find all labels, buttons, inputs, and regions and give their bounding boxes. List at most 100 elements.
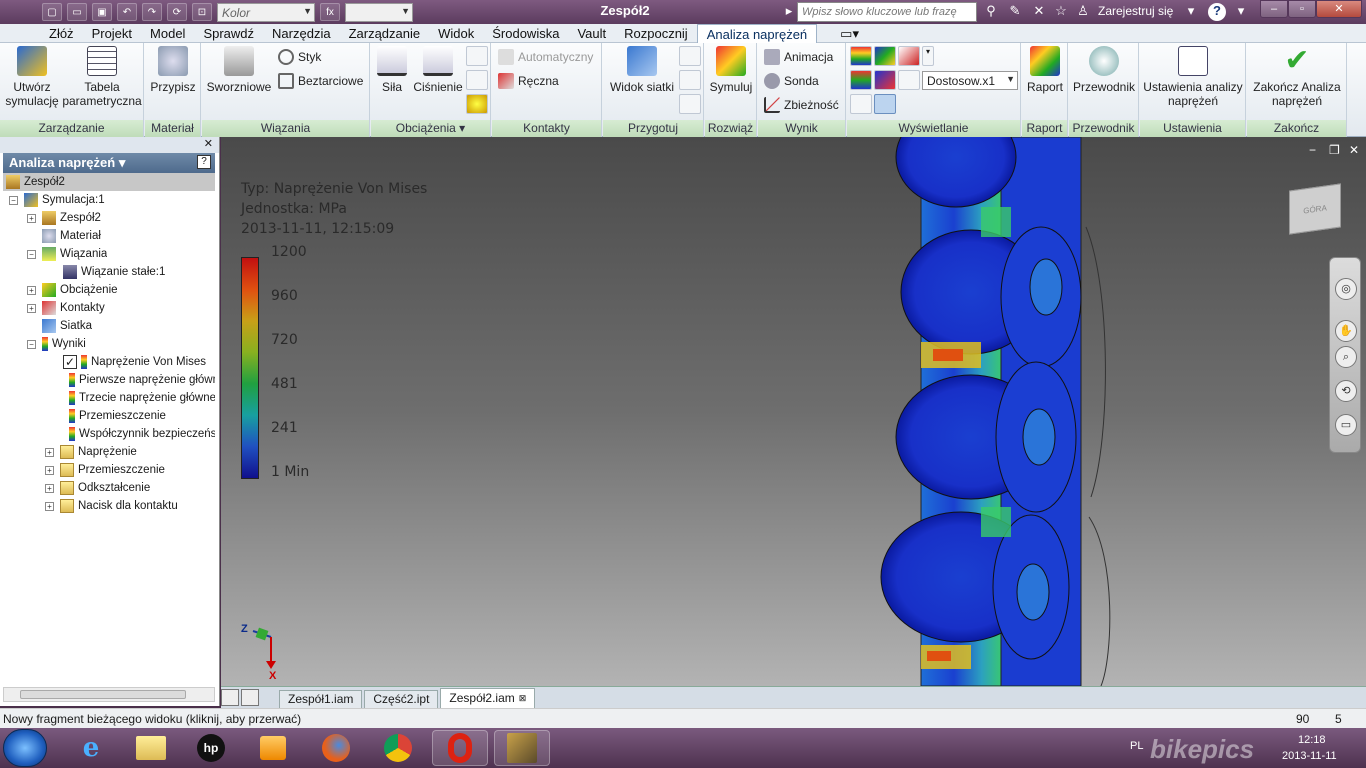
function-icon[interactable]: fx [320, 3, 340, 21]
opera-icon[interactable] [432, 730, 488, 766]
collapse-icon[interactable]: − [9, 195, 18, 205]
chrome-icon[interactable] [370, 730, 426, 766]
close-icon[interactable]: ⊠ [519, 690, 527, 707]
tree-fixed-constraint[interactable]: Wiązanie stałe:1 [63, 263, 165, 281]
tree-safety-factor[interactable]: Współczynnik bezpieczeństwa [69, 425, 215, 443]
moment-icon[interactable] [466, 70, 488, 90]
tab-rozpocznij[interactable]: Rozpocznij [615, 24, 697, 43]
tab-zarzadzanie[interactable]: Zarządzanie [340, 24, 430, 43]
tree-strain-folder[interactable]: + Odkształcenie [45, 479, 150, 497]
select-icon[interactable]: ⊡ [192, 3, 212, 21]
signin-link[interactable]: Zarejestruj się [1098, 4, 1173, 18]
probe-labels-icon[interactable] [850, 94, 872, 114]
finish-analysis-button[interactable]: ✔ Zakończ Analiza naprężeń [1249, 46, 1345, 109]
expand-icon[interactable]: + [45, 447, 54, 457]
look-at-icon[interactable]: ▭ [1335, 414, 1357, 436]
force-button[interactable]: Siła [373, 46, 411, 94]
help-icon[interactable]: ? [1208, 3, 1226, 21]
media-player-icon[interactable] [245, 730, 301, 766]
tab-srodowiska[interactable]: Środowiska [483, 24, 568, 43]
horizontal-scrollbar[interactable] [3, 687, 215, 702]
hp-icon[interactable]: hp [183, 730, 239, 766]
assign-material-button[interactable]: Przypisz [148, 46, 198, 94]
report-button[interactable]: Raport [1024, 46, 1066, 94]
expand-icon[interactable]: + [27, 303, 36, 313]
simulate-button[interactable]: Symuluj [707, 46, 755, 94]
bearing-load-icon[interactable] [466, 46, 488, 66]
cascade-icon[interactable] [221, 689, 239, 706]
probe-button[interactable]: Sonda [764, 71, 819, 91]
clock-time[interactable]: 12:18 [1298, 734, 1326, 746]
search-input[interactable]: Wpisz słowo kluczowe lub frazę [797, 2, 977, 22]
gravity-icon[interactable] [466, 94, 488, 114]
steering-wheel-icon[interactable]: ◎ [1335, 278, 1357, 300]
automatic-contacts-button[interactable]: Automatyczny [498, 47, 593, 67]
tab-model[interactable]: Model [141, 24, 194, 43]
close-icon[interactable]: ✕ [204, 137, 213, 150]
collapse-icon[interactable]: − [27, 339, 36, 349]
tab-narzedzia[interactable]: Narzędzia [263, 24, 340, 43]
checkbox-checked-icon[interactable]: ✓ [63, 355, 77, 369]
minimize-button[interactable]: – [1260, 0, 1288, 18]
star-icon[interactable]: ☆ [1052, 3, 1070, 21]
tree-material[interactable]: Materiał [42, 227, 101, 245]
adjust-displacement-select[interactable]: Dostosow.x1 ▼ [922, 71, 1018, 90]
animation-button[interactable]: Animacja [764, 47, 833, 67]
explorer-folder-icon[interactable] [123, 730, 179, 766]
tile-icon[interactable] [241, 689, 259, 706]
inventor-icon[interactable] [494, 730, 550, 766]
shading-icon[interactable] [874, 46, 896, 66]
tree-assembly[interactable]: + Zespół2 [27, 209, 101, 227]
tree-results[interactable]: − Wyniki [27, 335, 86, 353]
tab-vault[interactable]: Vault [568, 24, 615, 43]
convergence-button[interactable]: Zbieżność [764, 95, 839, 115]
tab-zloz[interactable]: Złóż [40, 24, 83, 43]
tree-contact-pressure-folder[interactable]: + Nacisk dla kontaktu [45, 497, 178, 515]
chevron-down-icon[interactable]: ▾ [922, 46, 934, 66]
chevron-down-icon[interactable]: ▾ [1232, 3, 1250, 21]
clock-date[interactable]: 2013-11-11 [1282, 750, 1337, 762]
mesh-settings-icon[interactable] [679, 46, 701, 66]
save-icon[interactable]: ▣ [92, 3, 112, 21]
tree-mesh[interactable]: Siatka [42, 317, 92, 335]
tab-sprawdz[interactable]: Sprawdź [194, 24, 263, 43]
viewport-restore-icon[interactable]: ❐ [1329, 143, 1340, 157]
deformation-icon[interactable] [874, 94, 896, 114]
update-icon[interactable]: ⟳ [167, 3, 187, 21]
tab-czesc2[interactable]: Część2.ipt [364, 690, 439, 708]
maximize-button[interactable]: ▫ [1288, 0, 1316, 18]
display-options-icon[interactable] [898, 70, 920, 90]
contact-button[interactable]: Styk [278, 47, 321, 67]
chain-model[interactable] [861, 137, 1121, 686]
binoculars-icon[interactable]: ⚲ [982, 3, 1000, 21]
start-button[interactable] [3, 729, 47, 767]
help-icon[interactable]: ? [197, 155, 211, 169]
tab-projekt[interactable]: Projekt [83, 24, 141, 43]
tree-von-mises[interactable]: ✓ Naprężenie Von Mises [63, 353, 206, 371]
undo-icon[interactable]: ↶ [117, 3, 137, 21]
scrollbar-thumb[interactable] [20, 690, 186, 699]
mesh-view-button[interactable]: Widok siatki [605, 46, 679, 94]
pan-icon[interactable]: ✋ [1335, 320, 1357, 342]
boundary-icon[interactable] [898, 46, 920, 66]
tree-simulation[interactable]: − Symulacja:1 [9, 191, 105, 209]
tree-third-principal[interactable]: Trzecie naprężenie główne [69, 389, 215, 407]
convergence-settings-icon[interactable] [679, 94, 701, 114]
user-icon[interactable]: ♙ [1074, 3, 1092, 21]
browser-header[interactable]: Analiza naprężeń ▾ [3, 153, 215, 173]
viewcube[interactable]: GÓRA [1289, 183, 1341, 235]
tab-widok[interactable]: Widok [429, 24, 483, 43]
tree-displacement[interactable]: Przemieszczenie [69, 407, 215, 425]
expand-icon[interactable]: ▸ [780, 3, 798, 21]
pressure-button[interactable]: Ciśnienie [411, 46, 465, 94]
frictionless-button[interactable]: Beztarciowe [278, 71, 363, 91]
open-icon[interactable]: ▭ [67, 3, 87, 21]
tools-icon[interactable]: ✕ [1030, 3, 1048, 21]
pin-constraint-button[interactable]: Sworzniowe [204, 46, 274, 94]
param-combo[interactable]: ▼ [345, 2, 413, 22]
chevron-down-icon[interactable]: ▾ [1182, 3, 1200, 21]
tree-root[interactable]: Zespół2 [3, 173, 215, 191]
guide-button[interactable]: Przewodnik [1071, 46, 1137, 94]
language-indicator[interactable]: PL [1130, 740, 1143, 752]
internet-explorer-icon[interactable]: e [63, 730, 119, 766]
